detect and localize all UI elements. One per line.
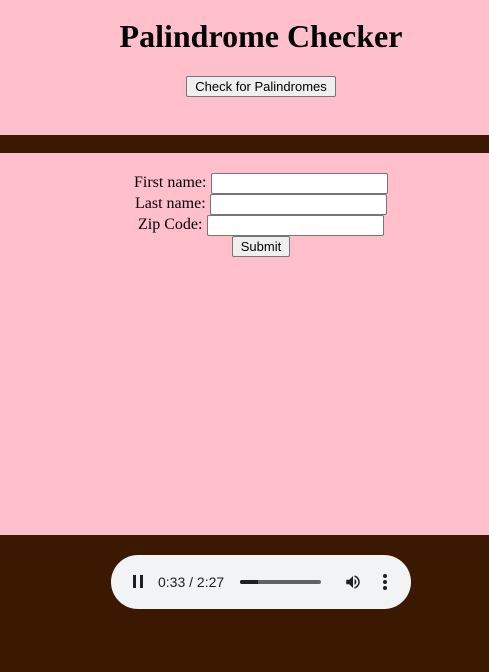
check-palindromes-button[interactable]: Check for Palindromes — [186, 76, 336, 97]
playback-progress-fill — [240, 580, 259, 584]
page-title: Palindrome Checker — [119, 18, 403, 54]
last-name-label: Last name: — [135, 195, 206, 212]
time-display: 0:33 / 2:27 — [158, 574, 225, 590]
playback-progress-slider[interactable] — [240, 580, 321, 584]
pause-icon[interactable] — [132, 575, 144, 589]
zip-code-row: Zip Code: — [138, 216, 202, 234]
zip-code-label: Zip Code: — [138, 216, 203, 233]
footer-section: 0:33 / 2:27 — [0, 535, 489, 672]
audio-player[interactable]: 0:33 / 2:27 — [111, 555, 411, 609]
first-name-input[interactable] — [211, 173, 388, 194]
last-name-row: Last name: — [135, 195, 206, 213]
header-section: Palindrome Checker Check for Palindromes — [0, 0, 489, 135]
divider-stripe — [0, 135, 489, 153]
first-name-row: First name: — [134, 174, 206, 192]
more-options-icon[interactable] — [383, 574, 387, 590]
zip-code-input[interactable] — [207, 215, 384, 236]
submit-button[interactable]: Submit — [232, 236, 290, 257]
first-name-label: First name: — [134, 174, 207, 191]
volume-icon[interactable] — [344, 573, 362, 591]
last-name-input[interactable] — [210, 194, 387, 215]
name-form: First name: Last name: Zip Code: Submit — [0, 153, 489, 535]
